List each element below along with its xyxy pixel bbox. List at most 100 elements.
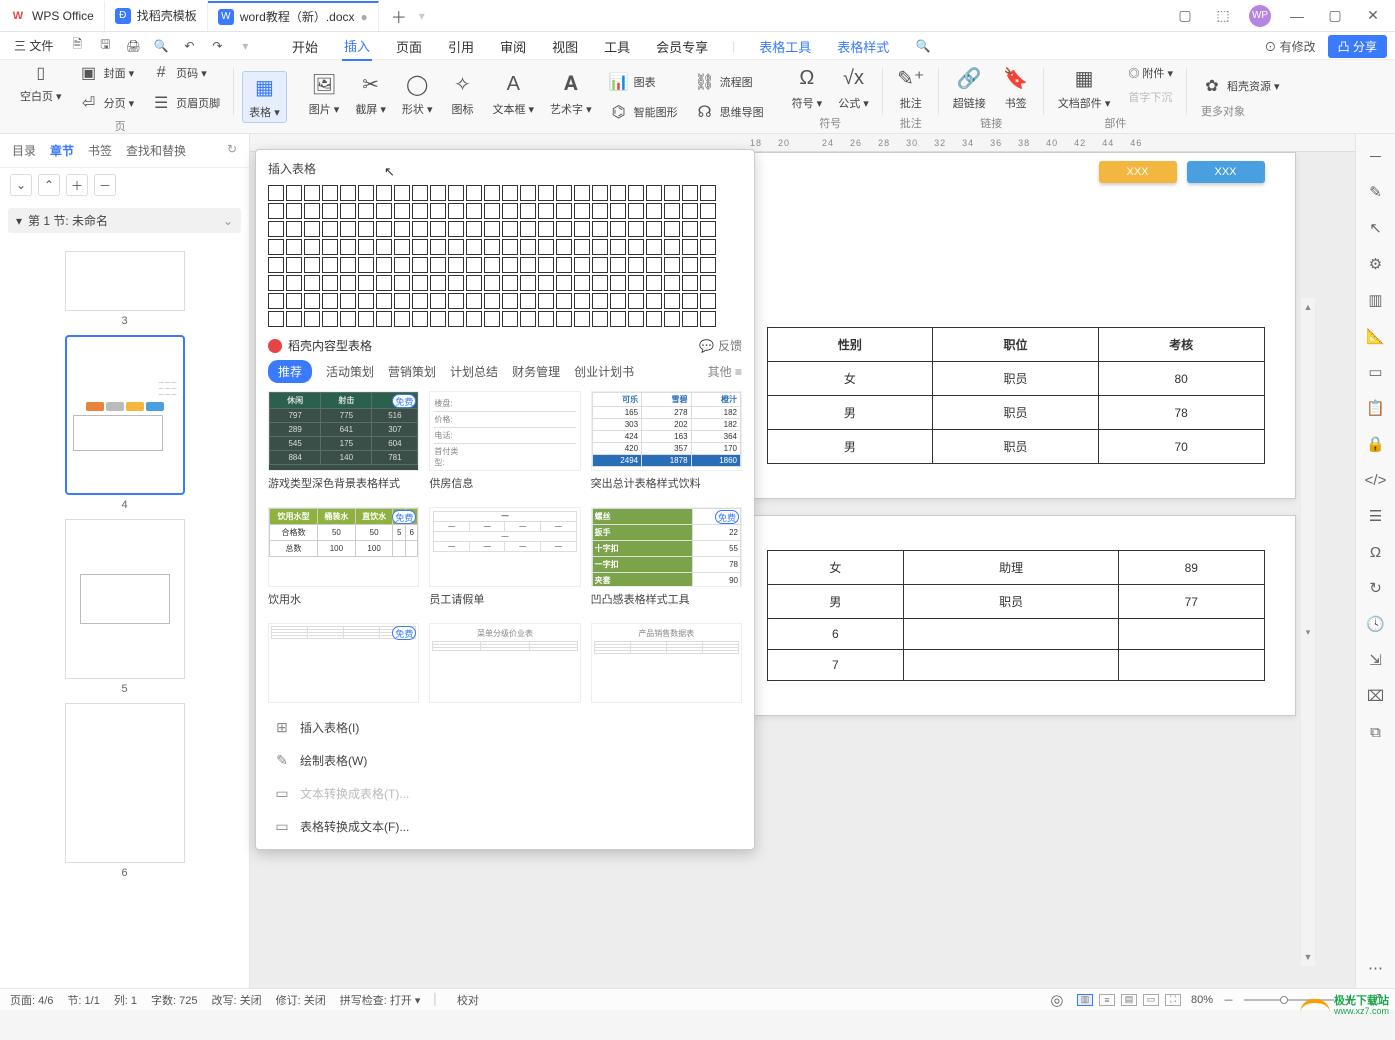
has-changes-button[interactable]: ⊙ 有修改: [1264, 38, 1315, 55]
grid-cell[interactable]: [664, 257, 680, 273]
grid-cell[interactable]: [502, 185, 518, 201]
user-avatar[interactable]: WP: [1249, 5, 1271, 27]
grid-cell[interactable]: [574, 185, 590, 201]
grid-cell[interactable]: [448, 311, 464, 327]
grid-cell[interactable]: [538, 311, 554, 327]
drop-cap-button[interactable]: 首字下沉: [1122, 87, 1179, 107]
menu-start[interactable]: 开始: [290, 33, 320, 60]
grid-cell[interactable]: [340, 257, 356, 273]
grid-cell[interactable]: [610, 275, 626, 291]
grid-cell[interactable]: [430, 275, 446, 291]
grid-cell[interactable]: [556, 239, 572, 255]
grid-cell[interactable]: [538, 239, 554, 255]
blank-page-button[interactable]: ▯ 空白页 ▾: [14, 60, 68, 106]
refresh-icon[interactable]: ↻: [1366, 578, 1386, 598]
page-number-button[interactable]: #页码 ▾: [144, 60, 226, 86]
grid-cell[interactable]: [466, 239, 482, 255]
grid-cell[interactable]: [592, 239, 608, 255]
clock-icon[interactable]: 🕓: [1366, 614, 1386, 634]
grid-cell[interactable]: [538, 203, 554, 219]
bookmark-button[interactable]: 🔖书签: [996, 63, 1036, 113]
grid-cell[interactable]: [412, 257, 428, 273]
nav-add-button[interactable]: ＋: [66, 174, 88, 196]
chip-yellow[interactable]: XXX: [1099, 161, 1177, 183]
grid-cell[interactable]: [592, 185, 608, 201]
grid-cell[interactable]: [556, 185, 572, 201]
screenshot-button[interactable]: ✂截屏 ▾: [349, 69, 392, 125]
code-icon[interactable]: </>: [1366, 470, 1386, 490]
grid-cell[interactable]: [484, 275, 500, 291]
grid-cell[interactable]: [628, 275, 644, 291]
grid-cell[interactable]: [520, 221, 536, 237]
grid-cell[interactable]: [430, 239, 446, 255]
grid-cell[interactable]: [358, 185, 374, 201]
grid-cell[interactable]: [304, 221, 320, 237]
table-button[interactable]: ▦ 表格 ▾: [242, 71, 287, 123]
nav-refresh-icon[interactable]: ↻: [227, 142, 237, 159]
export-icon[interactable]: ⇲: [1366, 650, 1386, 670]
grid-cell[interactable]: [448, 275, 464, 291]
grid-cell[interactable]: [430, 221, 446, 237]
grid-cell[interactable]: [520, 239, 536, 255]
grid-cell[interactable]: [538, 185, 554, 201]
grid-cell[interactable]: [700, 293, 716, 309]
tpl-tab-activity[interactable]: 活动策划: [326, 363, 374, 380]
grid-cell[interactable]: [412, 293, 428, 309]
omega-icon[interactable]: Ω: [1366, 542, 1386, 562]
comment-button[interactable]: ✎⁺批注: [891, 63, 931, 113]
layout-toggle-icon[interactable]: ▢: [1173, 4, 1197, 28]
grid-cell[interactable]: [394, 203, 410, 219]
grid-cell[interactable]: [502, 203, 518, 219]
grid-cell[interactable]: [556, 275, 572, 291]
list-icon[interactable]: ☰: [1366, 506, 1386, 526]
grid-cell[interactable]: [376, 203, 392, 219]
grid-cell[interactable]: [484, 185, 500, 201]
grid-cell[interactable]: [358, 239, 374, 255]
grid-cell[interactable]: [430, 293, 446, 309]
grid-cell[interactable]: [466, 311, 482, 327]
grid-cell[interactable]: [556, 257, 572, 273]
grid-cell[interactable]: [322, 275, 338, 291]
status-proofread[interactable]: 校对: [457, 992, 479, 1008]
grid-cell[interactable]: [430, 185, 446, 201]
tab-wps-home[interactable]: W WPS Office: [0, 1, 105, 31]
grid-cell[interactable]: [304, 275, 320, 291]
grid-cell[interactable]: [304, 257, 320, 273]
ruler-icon[interactable]: 📐: [1366, 326, 1386, 346]
status-tracking[interactable]: 修订: 关闭: [276, 992, 326, 1008]
grid-cell[interactable]: [448, 293, 464, 309]
grid-cell[interactable]: [682, 203, 698, 219]
grid-cell[interactable]: [628, 311, 644, 327]
grid-cell[interactable]: [628, 203, 644, 219]
status-words[interactable]: 字数: 725: [151, 992, 197, 1008]
grid-cell[interactable]: [484, 311, 500, 327]
grid-cell[interactable]: [322, 221, 338, 237]
grid-cell[interactable]: [574, 239, 590, 255]
status-section[interactable]: 节: 1/1: [67, 992, 99, 1008]
grid-cell[interactable]: [322, 185, 338, 201]
grid-cell[interactable]: [628, 257, 644, 273]
nav-tab-find[interactable]: 查找和替换: [126, 142, 186, 159]
menu-table-tools[interactable]: 表格工具: [757, 33, 813, 60]
grid-cell[interactable]: [286, 239, 302, 255]
menu-insert[interactable]: 插入: [342, 32, 372, 61]
grid-cell[interactable]: [538, 275, 554, 291]
grid-cell[interactable]: [646, 311, 662, 327]
grid-cell[interactable]: [538, 293, 554, 309]
grid-cell[interactable]: [538, 257, 554, 273]
zoom-label[interactable]: 80%: [1191, 994, 1213, 1006]
grid-cell[interactable]: [340, 185, 356, 201]
grid-cell[interactable]: [484, 293, 500, 309]
grid-cell[interactable]: [556, 221, 572, 237]
grid-cell[interactable]: [664, 221, 680, 237]
grid-cell[interactable]: [664, 185, 680, 201]
grid-cell[interactable]: [592, 311, 608, 327]
grid-cell[interactable]: [610, 239, 626, 255]
grid-cell[interactable]: [484, 203, 500, 219]
employee-table-2[interactable]: 女助理89 男职员77 6 7: [767, 550, 1265, 681]
grid-cell[interactable]: [268, 203, 284, 219]
grid-cell[interactable]: [628, 293, 644, 309]
grid-cell[interactable]: [466, 185, 482, 201]
grid-cell[interactable]: [556, 203, 572, 219]
grid-cell[interactable]: [394, 185, 410, 201]
